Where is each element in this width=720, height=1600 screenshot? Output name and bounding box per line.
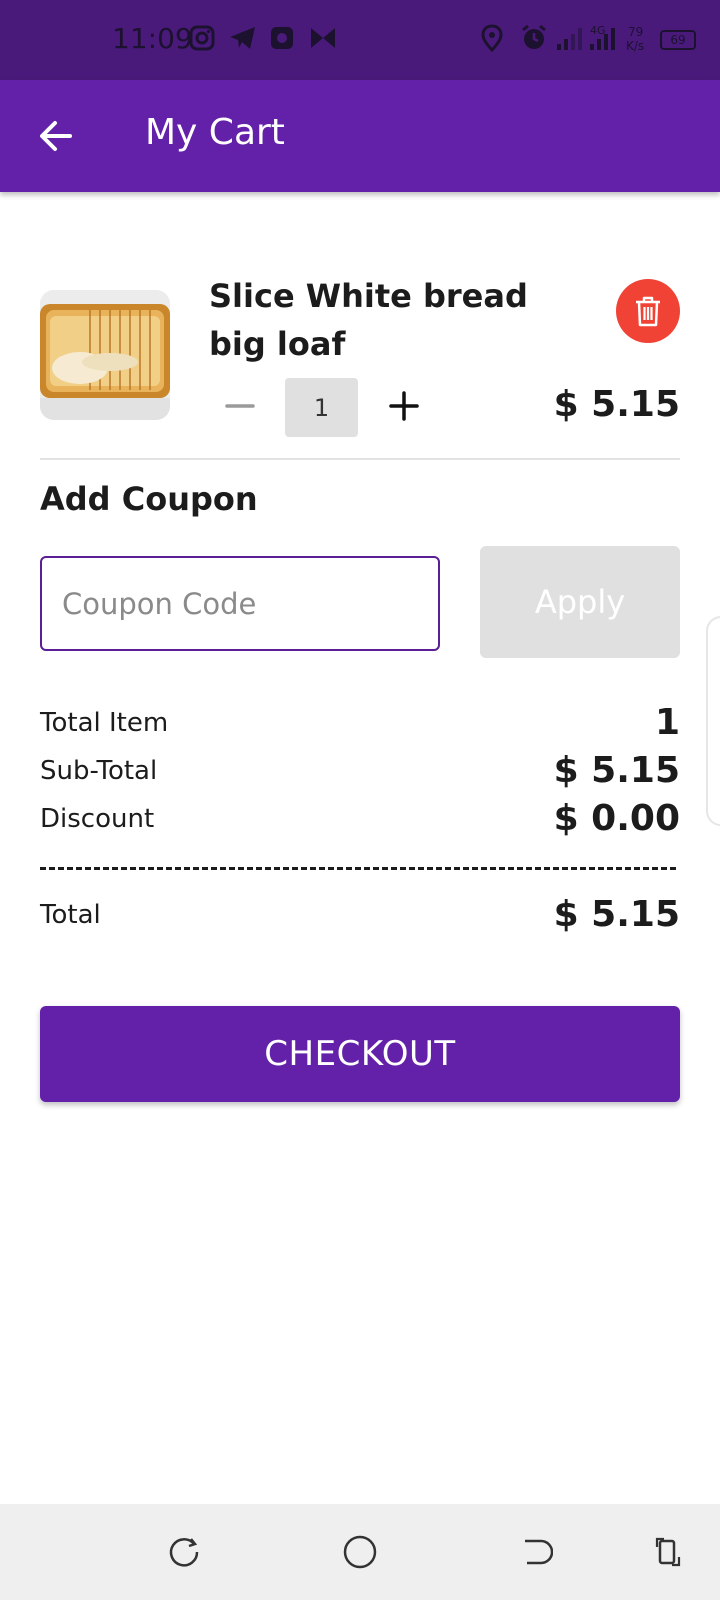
trash-icon [636,296,660,327]
app-bar: My Cart [0,80,720,192]
back-button[interactable] [30,110,82,162]
discount-value: $ 0.00 [553,798,680,839]
home-icon [343,1535,377,1569]
app-notification-icon [268,24,298,54]
m-app-icon [308,24,338,54]
status-time: 11:09 [112,22,193,55]
home-button[interactable] [340,1532,380,1572]
coupon-heading: Add Coupon [40,480,258,518]
total-value: $ 5.15 [553,894,680,935]
apply-coupon-button[interactable]: Apply [480,546,680,658]
subtotal-value: $ 5.15 [553,750,680,791]
quantity-value: 1 [285,378,358,437]
page-title: My Cart [145,112,285,153]
rotate-screen-button[interactable] [648,1532,688,1572]
product-price: $ 5.15 [553,384,680,425]
total-label: Total [40,900,101,930]
product-name: Slice White bread big loaf [209,277,528,363]
increase-quantity-button[interactable] [384,386,424,426]
item-divider [40,458,680,460]
plus-icon [389,391,419,421]
checkout-button[interactable]: CHECKOUT [40,1006,680,1102]
recent-apps-icon [169,1538,199,1567]
edge-panel-handle[interactable] [706,616,720,826]
back-nav-icon [525,1539,553,1565]
signal-4g-icon [588,24,618,54]
total-item-value: 1 [654,702,680,743]
speed-unit: K/s [626,39,645,53]
signal-icon [555,24,585,54]
status-bar: 11:09 4G 79 K/s 69 [0,0,720,80]
location-icon [480,24,510,54]
recent-apps-button[interactable] [164,1532,204,1572]
coupon-code-input[interactable] [40,556,440,651]
system-nav-bar [0,1504,720,1600]
instagram-icon [188,24,218,54]
battery-icon: 69 [660,30,696,50]
alarm-icon [520,24,550,54]
bread-image [40,290,170,420]
back-nav-button[interactable] [516,1532,556,1572]
battery-level: 69 [670,33,686,47]
total-item-label: Total Item [40,708,169,738]
speed-value: 79 [628,25,644,39]
arrow-left-icon [40,121,72,151]
minus-icon [225,404,255,408]
discount-label: Discount [40,804,155,834]
delete-item-button[interactable] [616,279,680,343]
telegram-icon [228,24,258,54]
subtotal-label: Sub-Total [40,756,158,786]
decrease-quantity-button[interactable] [220,386,260,426]
product-image[interactable] [40,290,170,420]
rotate-icon [655,1537,681,1567]
summary-divider [40,867,676,870]
